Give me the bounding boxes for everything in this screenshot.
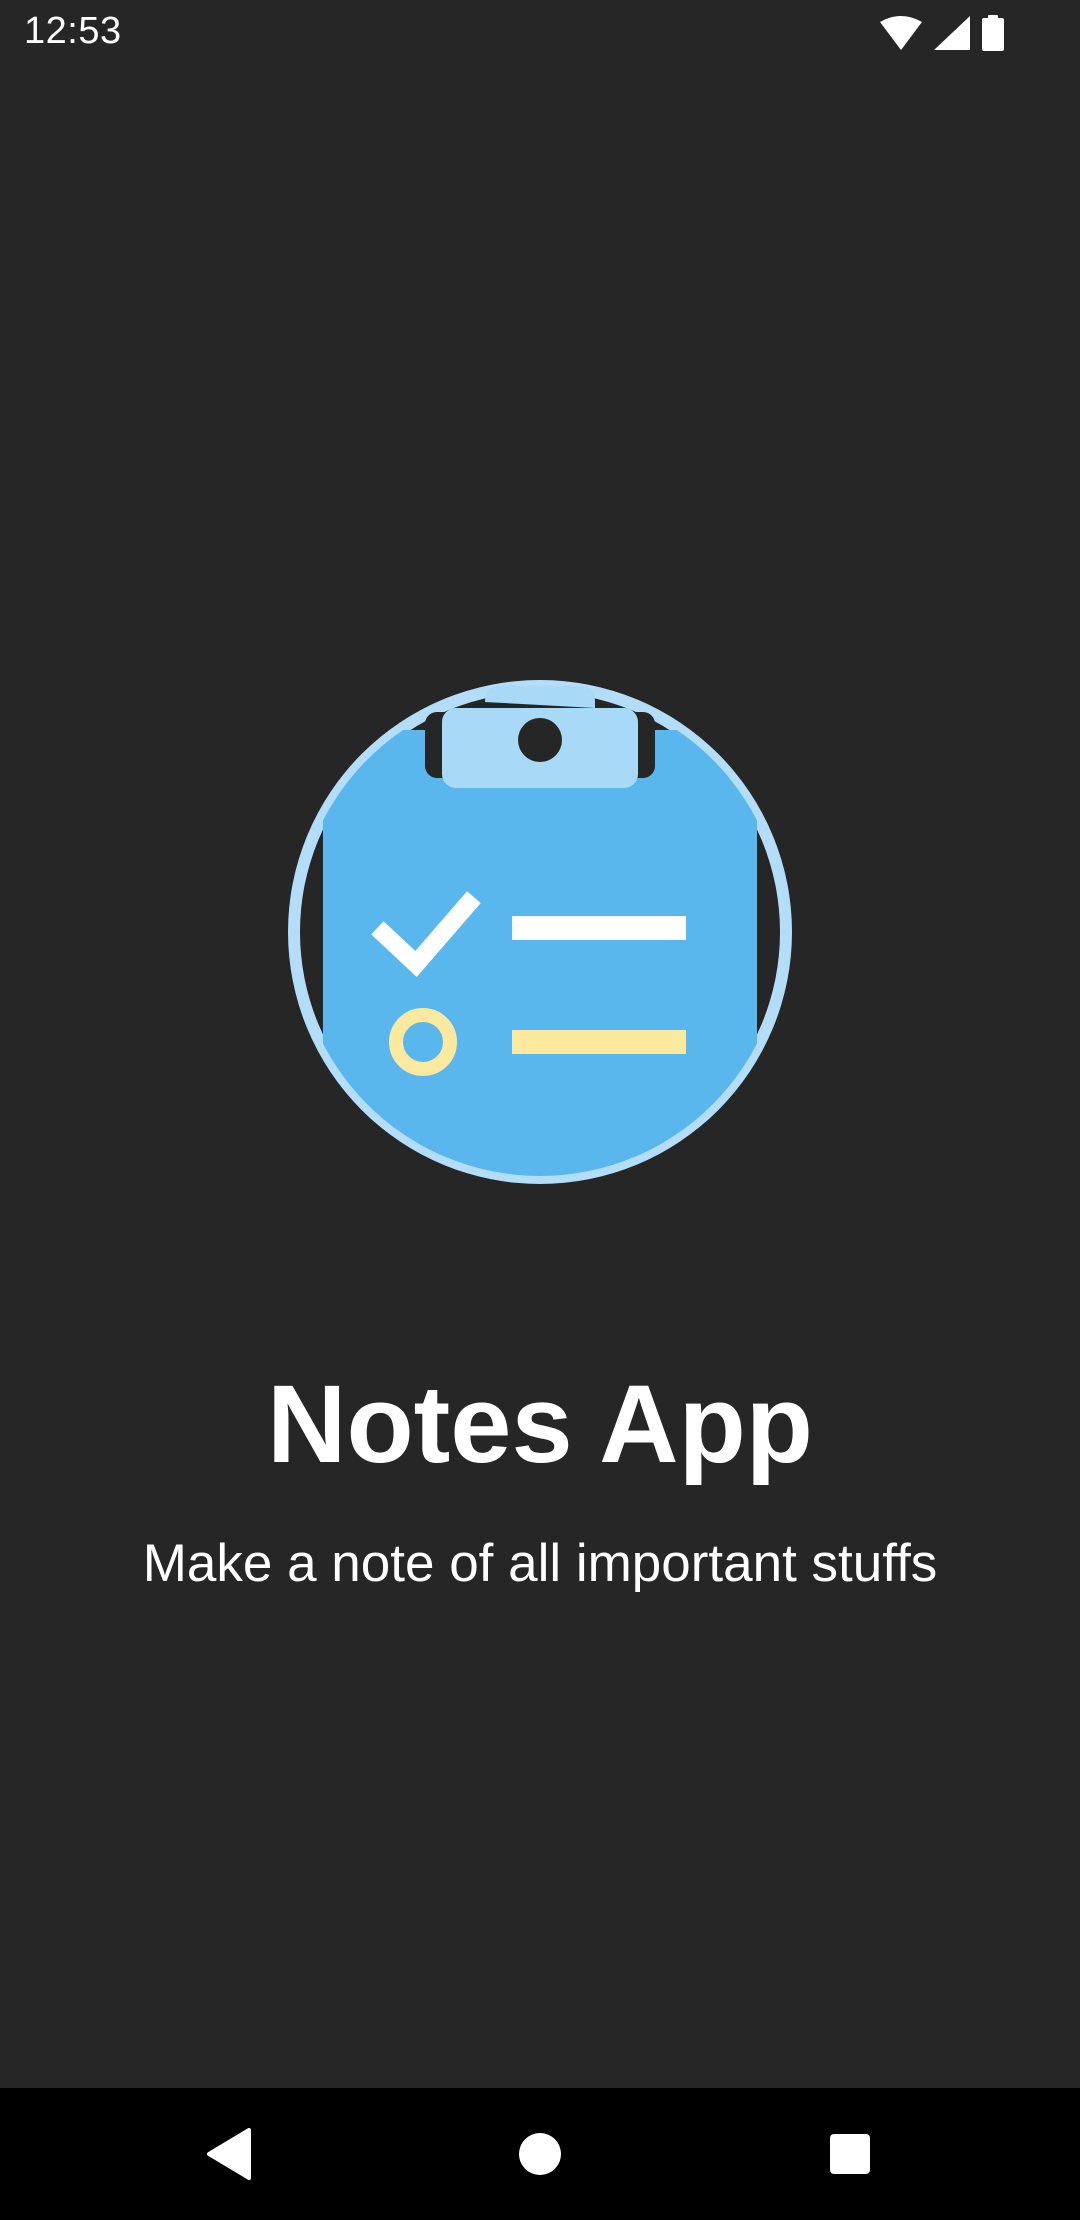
wifi-icon — [880, 16, 922, 50]
clipboard-checklist-icon — [288, 680, 792, 1184]
app-title: Notes App — [267, 1363, 813, 1486]
cell-signal-icon — [934, 16, 970, 50]
recents-icon — [830, 2134, 870, 2174]
home-button[interactable] — [502, 2116, 578, 2192]
home-icon — [519, 2133, 561, 2175]
status-bar: 12:53 — [0, 0, 1080, 66]
status-time: 12:53 — [24, 10, 122, 52]
recents-button[interactable] — [812, 2116, 888, 2192]
battery-icon — [982, 15, 1004, 51]
status-icons — [880, 14, 1004, 52]
navigation-bar — [0, 2088, 1080, 2220]
splash-screen: 12:53 Notes App Make a note of all impor… — [0, 0, 1080, 2220]
back-button[interactable] — [192, 2116, 268, 2192]
app-logo — [280, 672, 800, 1192]
app-subtitle: Make a note of all important stuffs — [142, 1534, 938, 1593]
back-icon — [207, 2128, 251, 2180]
